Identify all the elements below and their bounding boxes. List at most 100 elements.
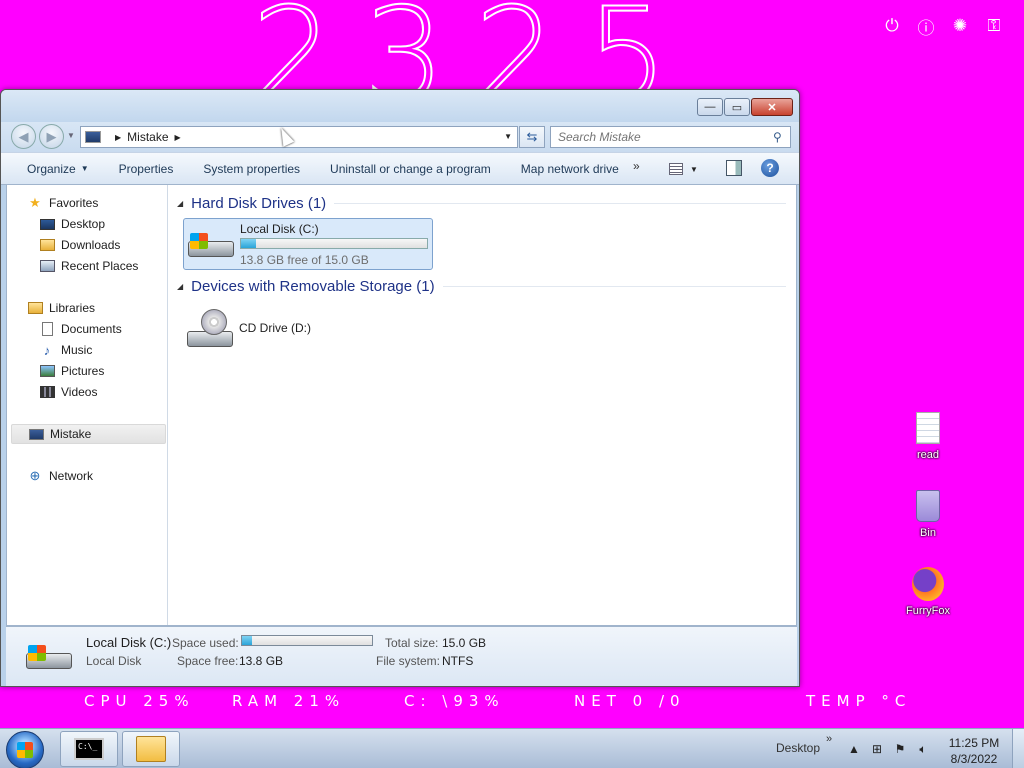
clock-date: 8/3/2022 — [950, 752, 998, 766]
desktop-icon-read[interactable]: read — [898, 410, 958, 461]
info-icon[interactable]: ⓘ — [916, 16, 936, 38]
power-icon[interactable]: ⏻ — [882, 16, 902, 36]
computer-icon — [85, 131, 101, 143]
breadcrumb-location[interactable]: Mistake — [127, 130, 168, 144]
drive-item-local-disk-c[interactable]: Local Disk (C:) 13.8 GB free of 15.0 GB — [183, 218, 433, 270]
nav-libraries[interactable]: Libraries — [27, 298, 95, 318]
search-input[interactable] — [550, 126, 791, 148]
file-system-label: File system: — [376, 654, 441, 668]
group-title: Hard Disk Drives (1) — [191, 195, 327, 212]
details-drive-name: Local Disk (C:) — [86, 635, 172, 650]
nav-documents[interactable]: Documents — [39, 319, 122, 339]
desktop-icon-furryfox[interactable]: FurryFox — [898, 566, 958, 617]
network-usage: NET 0 /0 — [574, 692, 686, 710]
desktop-icon — [39, 217, 55, 231]
command-bar: Organize ▼ Properties System properties … — [1, 152, 799, 185]
folder-icon — [136, 736, 166, 762]
toolbar-chevron-icon[interactable]: » — [826, 733, 832, 745]
organize-button[interactable]: Organize ▼ — [19, 157, 97, 181]
recent-pages-dropdown[interactable]: ▼ — [67, 131, 75, 140]
navigation-pane: ★ Favorites Desktop Downloads Recent Pla… — [7, 185, 168, 625]
action-center-flag-icon[interactable]: ⚑ — [892, 741, 908, 757]
music-icon: ♪ — [43, 342, 51, 358]
nav-videos[interactable]: Videos — [39, 382, 97, 402]
collapse-triangle-icon[interactable]: ◢ — [177, 199, 183, 208]
preview-pane-button[interactable] — [726, 160, 742, 176]
minimize-button[interactable]: — — [697, 98, 723, 116]
temperature: TEMP °C — [806, 692, 912, 710]
back-button[interactable]: ◀ — [11, 124, 36, 149]
nav-music[interactable]: ♪ Music — [39, 340, 93, 360]
volume-icon[interactable]: 🔈︎ — [915, 741, 931, 757]
space-used-fill — [242, 636, 253, 645]
change-view-button[interactable]: ▼ — [669, 160, 709, 178]
group-header-hard-disk-drives[interactable]: ◢ Hard Disk Drives (1) — [177, 195, 786, 212]
nav-videos-label: Videos — [61, 385, 98, 399]
address-bar[interactable]: ▶ Mistake ▶ ▼ — [80, 126, 518, 148]
key-icon[interactable]: ⚿ — [984, 16, 1004, 36]
network-tray-icon[interactable]: ⊞ — [869, 741, 885, 757]
nav-favorites-label: Favorites — [49, 196, 99, 210]
nav-favorites[interactable]: ★ Favorites — [27, 193, 98, 213]
maximize-button[interactable]: ▭ — [724, 98, 750, 116]
system-properties-button[interactable]: System properties — [195, 157, 308, 181]
more-commands-button[interactable]: » — [633, 159, 640, 173]
drive-usage-bar — [240, 238, 428, 249]
nav-downloads[interactable]: Downloads — [39, 235, 120, 255]
group-divider — [334, 203, 786, 204]
refresh-button[interactable]: ⇆ — [519, 126, 545, 148]
nav-recent-places[interactable]: Recent Places — [39, 256, 138, 276]
help-button[interactable]: ? — [761, 159, 779, 177]
taskbar-command-prompt[interactable]: C:\_ — [60, 731, 118, 767]
nav-desktop[interactable]: Desktop — [39, 214, 105, 234]
nav-pictures[interactable]: Pictures — [39, 361, 104, 381]
breadcrumb-arrow-icon[interactable]: ▶ — [175, 133, 181, 142]
map-network-drive-button[interactable]: Map network drive — [513, 157, 627, 181]
loading-icon[interactable]: ✺ — [950, 16, 970, 36]
group-title: Devices with Removable Storage (1) — [191, 278, 435, 295]
taskbar-clock[interactable]: 11:25 PM 8/3/2022 — [945, 735, 1003, 767]
space-used-label: Space used: — [172, 636, 239, 650]
space-free-label: Space free: — [177, 654, 239, 668]
explorer-body: ★ Favorites Desktop Downloads Recent Pla… — [6, 184, 797, 626]
total-size-label: Total size: — [385, 636, 439, 650]
text-file-icon — [912, 410, 944, 446]
nav-desktop-label: Desktop — [61, 217, 106, 231]
nav-network[interactable]: ⊕ Network — [27, 466, 93, 486]
group-header-removable-storage[interactable]: ◢ Devices with Removable Storage (1) — [177, 278, 786, 295]
drive-usage-fill — [241, 239, 256, 248]
hard-drive-icon — [188, 231, 234, 259]
system-stats-bar: CPU 25% RAM 21% C: \93% NET 0 /0 TEMP °C — [0, 692, 1024, 712]
desktop-icon-bin[interactable]: Bin — [898, 488, 958, 539]
close-button[interactable]: ✕ — [751, 98, 793, 116]
nav-computer-label: Mistake — [50, 427, 92, 441]
desktop-icon-label: FurryFox — [906, 605, 950, 617]
drive-free-space: 13.8 GB free of 15.0 GB — [240, 253, 369, 267]
properties-button[interactable]: Properties — [111, 157, 182, 181]
forward-button[interactable]: ▶ — [39, 124, 64, 149]
desktop-icon-label: read — [916, 449, 940, 461]
group-divider — [442, 286, 786, 287]
nav-libraries-label: Libraries — [49, 301, 96, 315]
desktop-toolbar-label[interactable]: Desktop — [776, 741, 820, 755]
ram-usage: RAM 21% — [232, 692, 346, 710]
nav-music-label: Music — [61, 343, 93, 357]
title-bar[interactable]: — ▭ ✕ — [1, 90, 799, 122]
show-desktop-button[interactable] — [1012, 729, 1024, 768]
system-icons: ⏻ ⓘ ✺ ⚿ — [882, 16, 1004, 38]
start-button[interactable] — [6, 731, 44, 768]
breadcrumb-arrow-icon[interactable]: ▶ — [115, 133, 121, 142]
show-hidden-icons-icon[interactable]: ▲ — [846, 741, 862, 757]
star-icon: ★ — [29, 195, 41, 210]
uninstall-program-button[interactable]: Uninstall or change a program — [322, 157, 499, 181]
desktop-icon-label: Bin — [920, 527, 936, 539]
address-dropdown-icon[interactable]: ▼ — [504, 132, 512, 141]
search-icon[interactable]: ⚲ — [773, 130, 782, 144]
drive-item-cd-drive-d[interactable]: CD Drive (D:) — [183, 305, 433, 355]
forward-arrow-icon: ▶ — [46, 128, 57, 144]
content-pane: ◢ Hard Disk Drives (1) Local Disk (C:) 1… — [169, 185, 796, 625]
drive-name: Local Disk (C:) — [240, 222, 319, 236]
collapse-triangle-icon[interactable]: ◢ — [177, 282, 183, 291]
nav-computer[interactable]: Mistake — [11, 424, 166, 444]
taskbar-explorer[interactable] — [122, 731, 180, 767]
